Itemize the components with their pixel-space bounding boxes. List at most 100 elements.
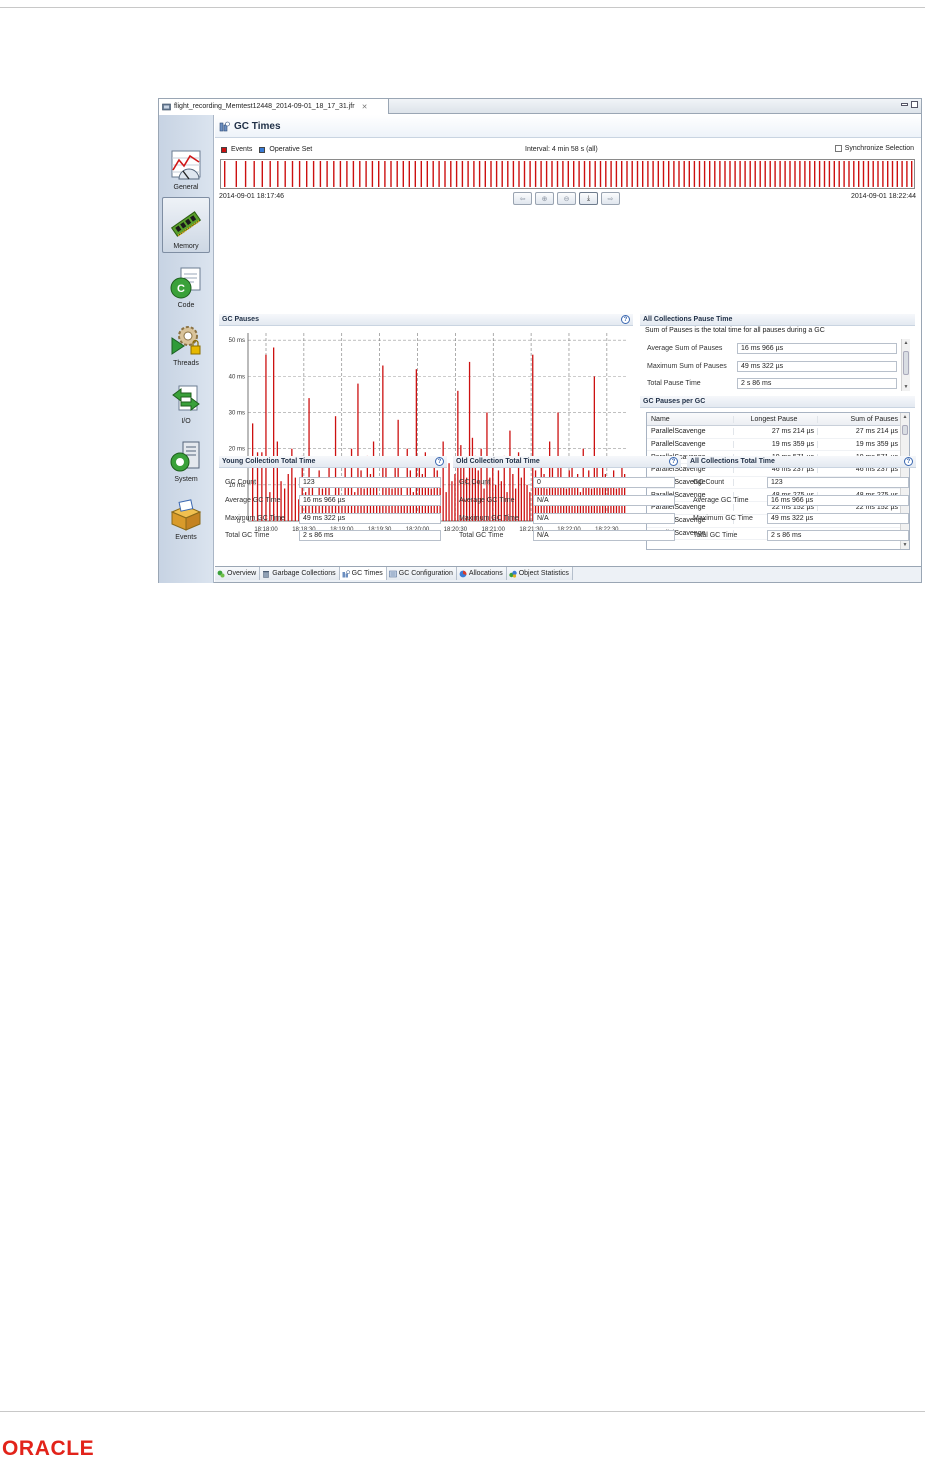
- tab-garbage-collections[interactable]: Garbage Collections: [260, 567, 340, 580]
- timeline-event-tick: [551, 161, 553, 187]
- jmc-window: flight_recording_Memtest12448_2014-09-01…: [158, 98, 922, 583]
- timeline-event-tick: [693, 161, 696, 187]
- field-value[interactable]: 2 s 86 ms: [767, 530, 909, 541]
- timeline-event-tick: [739, 161, 741, 187]
- sidebar-item-label: I/O: [181, 418, 191, 425]
- gc-pause-bar[interactable]: [451, 481, 453, 521]
- timeline-event-tick: [420, 161, 422, 187]
- show-all-button[interactable]: ⤓: [579, 192, 598, 205]
- help-icon[interactable]: ?: [435, 457, 444, 466]
- scroll-thumb[interactable]: [902, 425, 908, 435]
- help-icon[interactable]: ?: [621, 315, 630, 324]
- scroll-down-icon[interactable]: ▼: [902, 383, 910, 391]
- field-value[interactable]: N/A: [533, 495, 675, 506]
- field-total-pause-time: Total Pause Time 2 s 86 ms: [647, 378, 897, 389]
- timeline-event-tick: [744, 161, 746, 187]
- scroll-right-button[interactable]: ⇨: [601, 192, 620, 205]
- sidebar-item-label: Memory: [173, 243, 199, 250]
- field-value[interactable]: 2 s 86 ms: [299, 530, 441, 541]
- scroll-thumb[interactable]: [903, 351, 909, 375]
- tab-allocations[interactable]: Allocations: [456, 567, 507, 580]
- gc-pause-bar[interactable]: [448, 463, 450, 521]
- oracle-logo: ORACLE: [2, 1438, 94, 1458]
- column-header-name[interactable]: Name: [647, 416, 733, 423]
- table-row[interactable]: ParallelScavenge 19 ms 359 µs 19 ms 359 µs: [647, 439, 909, 452]
- synchronize-selection-checkbox[interactable]: [834, 145, 842, 152]
- events-swatch: [221, 146, 227, 153]
- synchronize-selection[interactable]: Synchronize Selection: [834, 145, 914, 152]
- event-timeline-strip[interactable]: [220, 159, 915, 189]
- timeline-event-tick: [828, 161, 831, 187]
- help-icon[interactable]: ?: [904, 457, 913, 466]
- total-pause-time-value[interactable]: 2 s 86 ms: [737, 378, 897, 389]
- field-value[interactable]: 16 ms 966 µs: [299, 495, 441, 506]
- legend-events: Events: [231, 146, 253, 153]
- field-value[interactable]: 123: [299, 477, 441, 488]
- tab-overview[interactable]: Overview: [215, 567, 261, 580]
- gc-pause-bar[interactable]: [540, 459, 542, 522]
- tab-label: Garbage Collections: [272, 570, 336, 577]
- field-value[interactable]: N/A: [533, 530, 675, 541]
- gc-pause-bar[interactable]: [442, 441, 444, 522]
- timeline-event-tick: [534, 161, 537, 187]
- gc-pause-bar[interactable]: [571, 459, 573, 522]
- gc-pause-bar[interactable]: [344, 459, 346, 522]
- pause-fields-scrollbar[interactable]: ▲ ▼: [901, 339, 910, 391]
- table-row[interactable]: ParallelScavenge 27 ms 214 µs 27 ms 214 µs: [647, 426, 909, 439]
- maximize-icon[interactable]: [911, 101, 918, 108]
- column-header-longest-pause[interactable]: Longest Pause: [733, 415, 817, 423]
- sidebar-item-general[interactable]: General: [162, 137, 210, 193]
- sidebar-item-system[interactable]: System: [162, 429, 210, 485]
- scroll-up-icon[interactable]: ▲: [901, 413, 909, 421]
- help-icon[interactable]: ?: [669, 457, 678, 466]
- cell-name: ParallelScavenge: [651, 428, 706, 436]
- timeline-event-tick: [872, 161, 874, 187]
- timeline-event-tick: [789, 161, 791, 187]
- field-value[interactable]: 16 ms 966 µs: [767, 495, 909, 506]
- maximum-sum-of-pauses-value[interactable]: 49 ms 322 µs: [737, 361, 897, 372]
- timeline-event-tick: [698, 161, 701, 187]
- average-sum-of-pauses-value[interactable]: 16 ms 966 µs: [737, 343, 897, 354]
- timeline-event-tick: [867, 161, 870, 187]
- gc-pause-bar[interactable]: [445, 492, 447, 521]
- editor-tab-recording[interactable]: flight_recording_Memtest12448_2014-09-01…: [159, 99, 389, 114]
- timeline-interval: Interval: 4 min 58 s (all): [525, 146, 598, 153]
- field-value[interactable]: N/A: [533, 513, 675, 524]
- gc-pause-bar[interactable]: [433, 459, 435, 522]
- gc-pause-bar[interactable]: [394, 459, 396, 522]
- timeline-event-tick: [749, 161, 751, 187]
- tab-gc-configuration[interactable]: GC Configuration: [386, 567, 457, 580]
- timeline-event-tick: [326, 161, 328, 187]
- sidebar-item-io[interactable]: I/O: [162, 371, 210, 427]
- gc-config-icon: [389, 570, 397, 577]
- minimize-icon[interactable]: [901, 103, 908, 106]
- timeline-event-tick: [714, 161, 716, 187]
- timeline-event-tick: [853, 161, 855, 187]
- sidebar-item-events[interactable]: Events: [162, 487, 210, 543]
- sidebar-item-threads[interactable]: Threads: [162, 313, 210, 369]
- tab-object-statistics[interactable]: Object Statistics: [506, 567, 573, 580]
- timeline-event-tick: [594, 161, 596, 187]
- sidebar-item-code[interactable]: C Code: [162, 255, 210, 311]
- scroll-left-button[interactable]: ⇦: [513, 192, 532, 205]
- field-value[interactable]: 0: [533, 477, 675, 488]
- gc-pause-bar[interactable]: [454, 474, 456, 521]
- column-header-sum-of-pauses[interactable]: Sum of Pauses: [817, 415, 901, 423]
- zoom-out-button[interactable]: ⊖: [557, 192, 576, 205]
- field-value[interactable]: 123: [767, 477, 909, 488]
- gc-pause-bar[interactable]: [509, 430, 511, 521]
- zoom-in-button[interactable]: ⊕: [535, 192, 554, 205]
- timeline-event-tick: [605, 161, 607, 187]
- scroll-down-icon[interactable]: ▼: [901, 541, 909, 549]
- scroll-up-icon[interactable]: ▲: [902, 339, 910, 347]
- gc-pause-bar[interactable]: [252, 423, 254, 521]
- y-tick-label: 40 ms: [229, 374, 245, 380]
- field-value[interactable]: 49 ms 322 µs: [767, 513, 909, 524]
- close-icon[interactable]: ✕: [362, 103, 368, 111]
- timeline-event-tick: [253, 161, 255, 187]
- field-value[interactable]: 49 ms 322 µs: [299, 513, 441, 524]
- sidebar-item-memory[interactable]: Memory: [162, 197, 210, 253]
- sidebar-item-label: Threads: [173, 360, 199, 367]
- tab-gc-times[interactable]: GC Times: [339, 567, 387, 580]
- overview-icon: [217, 570, 225, 577]
